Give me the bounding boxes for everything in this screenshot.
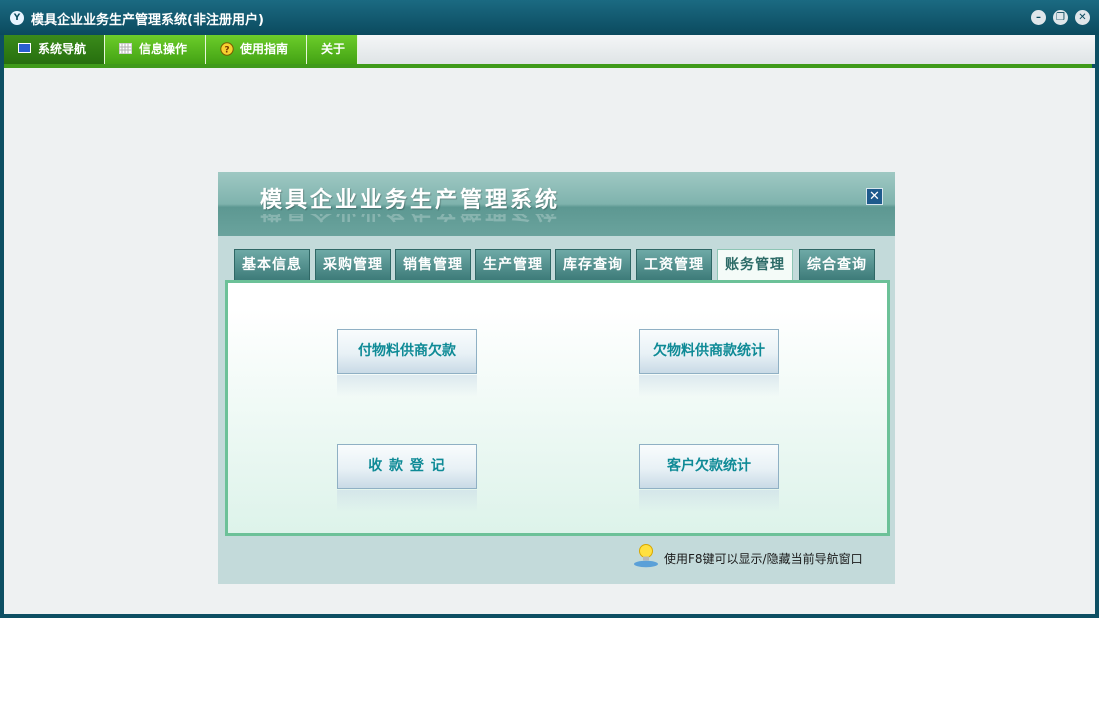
minimize-icon[interactable]: –: [1031, 10, 1046, 25]
supplier-debt-stats-button[interactable]: 欠物料供商款统计: [639, 329, 779, 374]
tab-accounts[interactable]: 账务管理: [717, 249, 793, 282]
restore-icon[interactable]: ❐: [1053, 10, 1068, 25]
hint-text: 使用F8键可以显示/隐藏当前导航窗口: [664, 552, 863, 566]
button-reflection: [337, 490, 477, 512]
tab-inventory[interactable]: 库存查询: [555, 249, 631, 280]
tab-production[interactable]: 生产管理: [475, 249, 551, 280]
dialog-close-icon[interactable]: ✕: [866, 188, 883, 205]
menu-tab-guide[interactable]: ? 使用指南: [206, 35, 307, 64]
tab-sales[interactable]: 销售管理: [395, 249, 471, 280]
menu-tab-label: 关于: [321, 42, 346, 56]
nav-dialog: 模具企业业务生产管理系统 模具企业业务生产管理系统 ✕ 基本信息 采购管理 销售…: [218, 172, 895, 584]
menu-tab-system-nav[interactable]: 系统导航: [4, 35, 105, 64]
menu-tab-about[interactable]: 关于: [307, 35, 358, 64]
tab-purchase[interactable]: 采购管理: [315, 249, 391, 280]
monitor-icon: [18, 43, 31, 53]
menu-tab-label: 使用指南: [240, 42, 289, 56]
menu-tab-label: 信息操作: [139, 42, 188, 56]
customer-debt-stats-button[interactable]: 客户欠款统计: [639, 444, 779, 489]
tab-payroll[interactable]: 工资管理: [636, 249, 712, 280]
dialog-title-reflection: 模具企业业务生产管理系统: [260, 214, 560, 228]
receipt-register-button[interactable]: 收 款 登 记: [337, 444, 477, 489]
help-icon: ?: [220, 42, 234, 56]
window-title: 模具企业业务生产管理系统(非注册用户): [31, 13, 264, 28]
dialog-title: 模具企业业务生产管理系统: [260, 188, 561, 213]
close-icon[interactable]: ✕: [1075, 10, 1090, 25]
button-reflection: [639, 490, 779, 512]
tab-panel-accounts: 付物料供商欠款 欠物料供商款统计 收 款 登 记 客户欠款统计: [225, 280, 890, 536]
lightbulb-icon: [634, 544, 658, 568]
title-bar[interactable]: Y 模具企业业务生产管理系统(非注册用户) – ❐ ✕: [0, 0, 1099, 35]
pay-supplier-debt-button[interactable]: 付物料供商欠款: [337, 329, 477, 374]
button-reflection: [337, 375, 477, 397]
dialog-header[interactable]: 模具企业业务生产管理系统 模具企业业务生产管理系统 ✕: [218, 172, 895, 236]
menu-tab-info-ops[interactable]: 信息操作: [105, 35, 206, 64]
menu-bar: 系统导航 信息操作 ? 使用指南 关于: [4, 35, 1095, 64]
app-logo-icon: Y: [10, 11, 24, 25]
tab-query[interactable]: 综合查询: [799, 249, 875, 280]
menu-tab-label: 系统导航: [38, 42, 87, 56]
grid-icon: [119, 43, 132, 54]
tab-basic-info[interactable]: 基本信息: [234, 249, 310, 280]
svg-text:?: ?: [224, 46, 229, 56]
button-reflection: [639, 375, 779, 397]
